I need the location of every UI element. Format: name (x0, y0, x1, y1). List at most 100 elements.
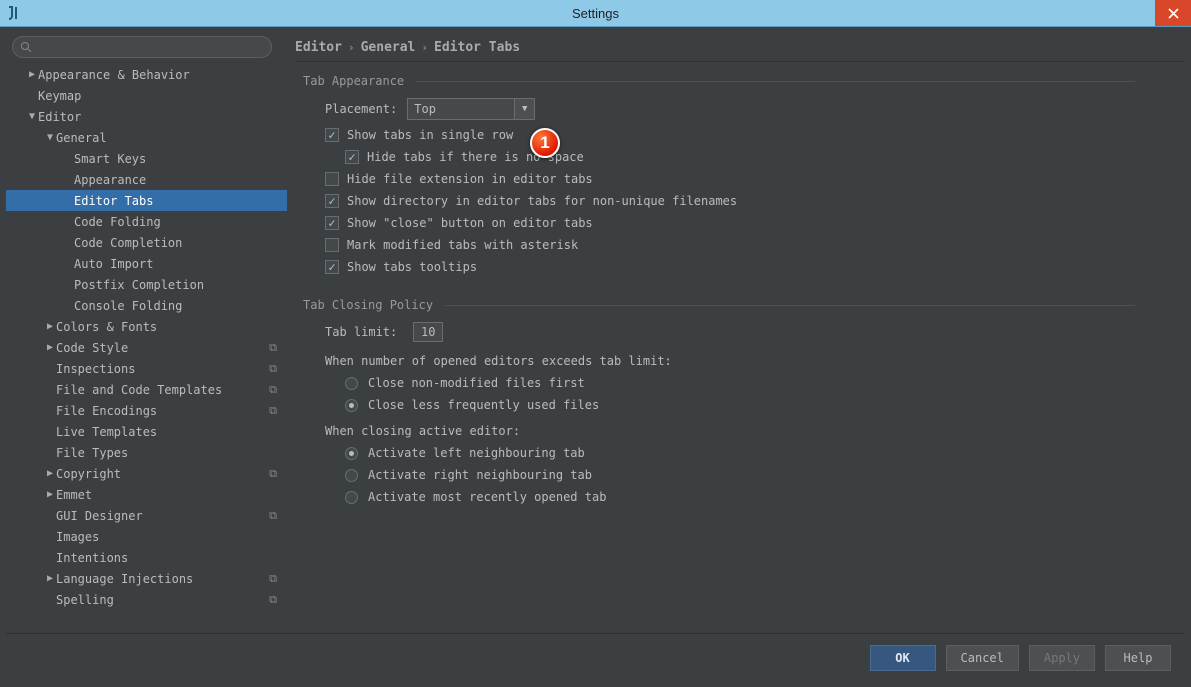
close-lessfreq-radio[interactable] (345, 399, 358, 412)
tree-item[interactable]: File Types (6, 442, 287, 463)
project-scope-icon: ⧉ (269, 593, 277, 607)
tree-item[interactable]: Intentions (6, 547, 287, 568)
active-heading: When closing active editor: (325, 424, 1185, 438)
tree-item[interactable]: Smart Keys (6, 148, 287, 169)
tree-item-label: Intentions (56, 551, 128, 565)
exceed-heading: When number of opened editors exceeds ta… (325, 354, 1185, 368)
close-nonmodified-radio[interactable] (345, 377, 358, 390)
chevron-right-icon: › (348, 41, 355, 54)
tree-item[interactable]: ▶Language Injections⧉ (6, 568, 287, 589)
tree-item[interactable]: Keymap (6, 85, 287, 106)
chevron-right-icon: › (421, 41, 428, 54)
tree-item-label: Editor Tabs (74, 194, 153, 208)
tree-item[interactable]: Inspections ⧉ (6, 358, 287, 379)
project-scope-icon: ⧉ (269, 383, 277, 397)
tree-item-label: Code Folding (74, 215, 161, 229)
tab-limit-input[interactable] (413, 322, 443, 342)
titlebar: Settings (0, 0, 1191, 27)
activate-left-label: Activate left neighbouring tab (368, 446, 585, 460)
tree-item-label: Colors & Fonts (56, 320, 157, 334)
tree-item[interactable]: Code Completion (6, 232, 287, 253)
tree-item[interactable]: File and Code Templates ⧉ (6, 379, 287, 400)
apply-button[interactable]: Apply (1029, 645, 1095, 671)
window-close-button[interactable] (1155, 0, 1191, 26)
tree-item[interactable]: ▼Editor (6, 106, 287, 127)
tree-item[interactable]: GUI Designer ⧉ (6, 505, 287, 526)
tree-item-label: Auto Import (74, 257, 153, 271)
activate-right-label: Activate right neighbouring tab (368, 468, 592, 482)
project-scope-icon: ⧉ (269, 509, 277, 523)
close-icon (1168, 8, 1179, 19)
tab-limit-label: Tab limit: (325, 325, 397, 339)
tree-item-label: File and Code Templates (56, 383, 222, 397)
dialog-footer: OK Cancel Apply Help (6, 633, 1185, 681)
ok-button[interactable]: OK (870, 645, 936, 671)
breadcrumb: Editor › General › Editor Tabs (295, 33, 1185, 61)
section-title: Tab Closing Policy (303, 298, 433, 312)
tree-item[interactable]: ▶Emmet (6, 484, 287, 505)
breadcrumb-part: Editor (295, 40, 342, 55)
cancel-button[interactable]: Cancel (946, 645, 1019, 671)
tree-item[interactable]: Spelling⧉ (6, 589, 287, 610)
activate-left-radio[interactable] (345, 447, 358, 460)
chevron-right-icon: ▶ (44, 573, 56, 584)
tree-item-label: Editor (38, 110, 81, 124)
tree-item-label: Smart Keys (74, 152, 146, 166)
tree-item[interactable]: Auto Import (6, 253, 287, 274)
tree-item[interactable]: ▶Colors & Fonts (6, 316, 287, 337)
show-directory-checkbox[interactable] (325, 194, 339, 208)
placement-label: Placement: (325, 102, 397, 116)
tree-item-label: File Encodings (56, 404, 157, 418)
tree-item-label: Console Folding (74, 299, 182, 313)
tree-item-label: Code Completion (74, 236, 182, 250)
show-tooltips-checkbox[interactable] (325, 260, 339, 274)
section-tab-closing: Tab Closing Policy (303, 298, 1185, 312)
tree-item[interactable]: Code Folding (6, 211, 287, 232)
window-title: Settings (572, 6, 619, 21)
tree-item-label: General (56, 131, 107, 145)
section-title: Tab Appearance (303, 74, 404, 88)
activate-recent-label: Activate most recently opened tab (368, 490, 606, 504)
tree-item[interactable]: ▶Code Style⧉ (6, 337, 287, 358)
hide-extension-checkbox[interactable] (325, 172, 339, 186)
tree-item[interactable]: Images (6, 526, 287, 547)
tree-item-label: Copyright (56, 467, 121, 481)
tree-item[interactable]: ▶Copyright ⧉ (6, 463, 287, 484)
tree-item[interactable]: Appearance (6, 169, 287, 190)
show-close-checkbox[interactable] (325, 216, 339, 230)
chevron-right-icon: ▶ (44, 468, 56, 479)
show-single-row-label: Show tabs in single row (347, 128, 513, 142)
section-tab-appearance: Tab Appearance (303, 74, 1185, 88)
tree-item[interactable]: ▼General (6, 127, 287, 148)
breadcrumb-part: General (361, 40, 416, 55)
tree-item[interactable]: Postfix Completion (6, 274, 287, 295)
tree-item-label: Code Style (56, 341, 128, 355)
placement-value: Top (407, 98, 515, 120)
activate-right-radio[interactable] (345, 469, 358, 482)
project-scope-icon: ⧉ (269, 572, 277, 586)
mark-asterisk-label: Mark modified tabs with asterisk (347, 238, 578, 252)
placement-select[interactable]: Top ▼ (407, 98, 535, 120)
show-tooltips-label: Show tabs tooltips (347, 260, 477, 274)
show-single-row-checkbox[interactable] (325, 128, 339, 142)
project-scope-icon: ⧉ (269, 362, 277, 376)
hide-no-space-checkbox[interactable] (345, 150, 359, 164)
tree-item[interactable]: Editor Tabs (6, 190, 287, 211)
help-button[interactable]: Help (1105, 645, 1171, 671)
project-scope-icon: ⧉ (269, 467, 277, 481)
tree-item-label: GUI Designer (56, 509, 143, 523)
breadcrumb-part: Editor Tabs (434, 40, 520, 55)
search-input[interactable] (12, 36, 272, 58)
tree-item-label: Postfix Completion (74, 278, 204, 292)
dropdown-icon[interactable]: ▼ (515, 98, 535, 120)
activate-recent-radio[interactable] (345, 491, 358, 504)
mark-asterisk-checkbox[interactable] (325, 238, 339, 252)
tree-item[interactable]: File Encodings⧉ (6, 400, 287, 421)
settings-tree[interactable]: ▶Appearance & BehaviorKeymap▼Editor▼Gene… (6, 64, 287, 633)
tree-item[interactable]: Live Templates (6, 421, 287, 442)
close-lessfreq-label: Close less frequently used files (368, 398, 599, 412)
tree-item-label: File Types (56, 446, 128, 460)
tree-item-label: Inspections (56, 362, 135, 376)
tree-item[interactable]: Console Folding (6, 295, 287, 316)
tree-item[interactable]: ▶Appearance & Behavior (6, 64, 287, 85)
